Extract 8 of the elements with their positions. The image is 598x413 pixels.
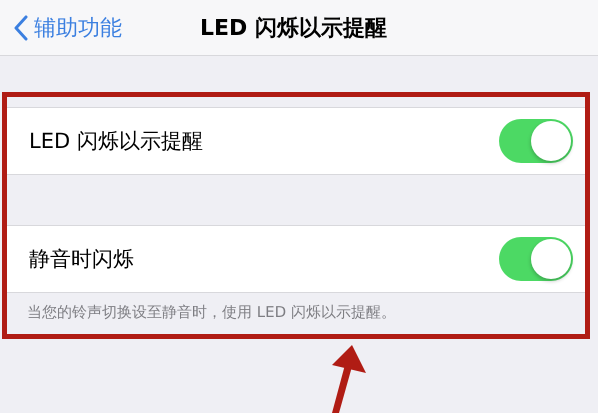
footer-note: 当您的铃声切换设至静音时，使用 LED 闪烁以示提醒。 xyxy=(26,302,397,323)
setting-label: LED 闪烁以示提醒 xyxy=(29,128,203,155)
screen-title: LED 闪烁以示提醒 xyxy=(200,14,387,42)
setting-label: 静音时闪烁 xyxy=(29,246,134,273)
toggle-switch[interactable] xyxy=(499,119,573,163)
toggle-switch[interactable] xyxy=(499,237,573,281)
back-chevron-icon xyxy=(14,14,28,40)
back-button[interactable]: 辅助功能 xyxy=(0,12,122,42)
